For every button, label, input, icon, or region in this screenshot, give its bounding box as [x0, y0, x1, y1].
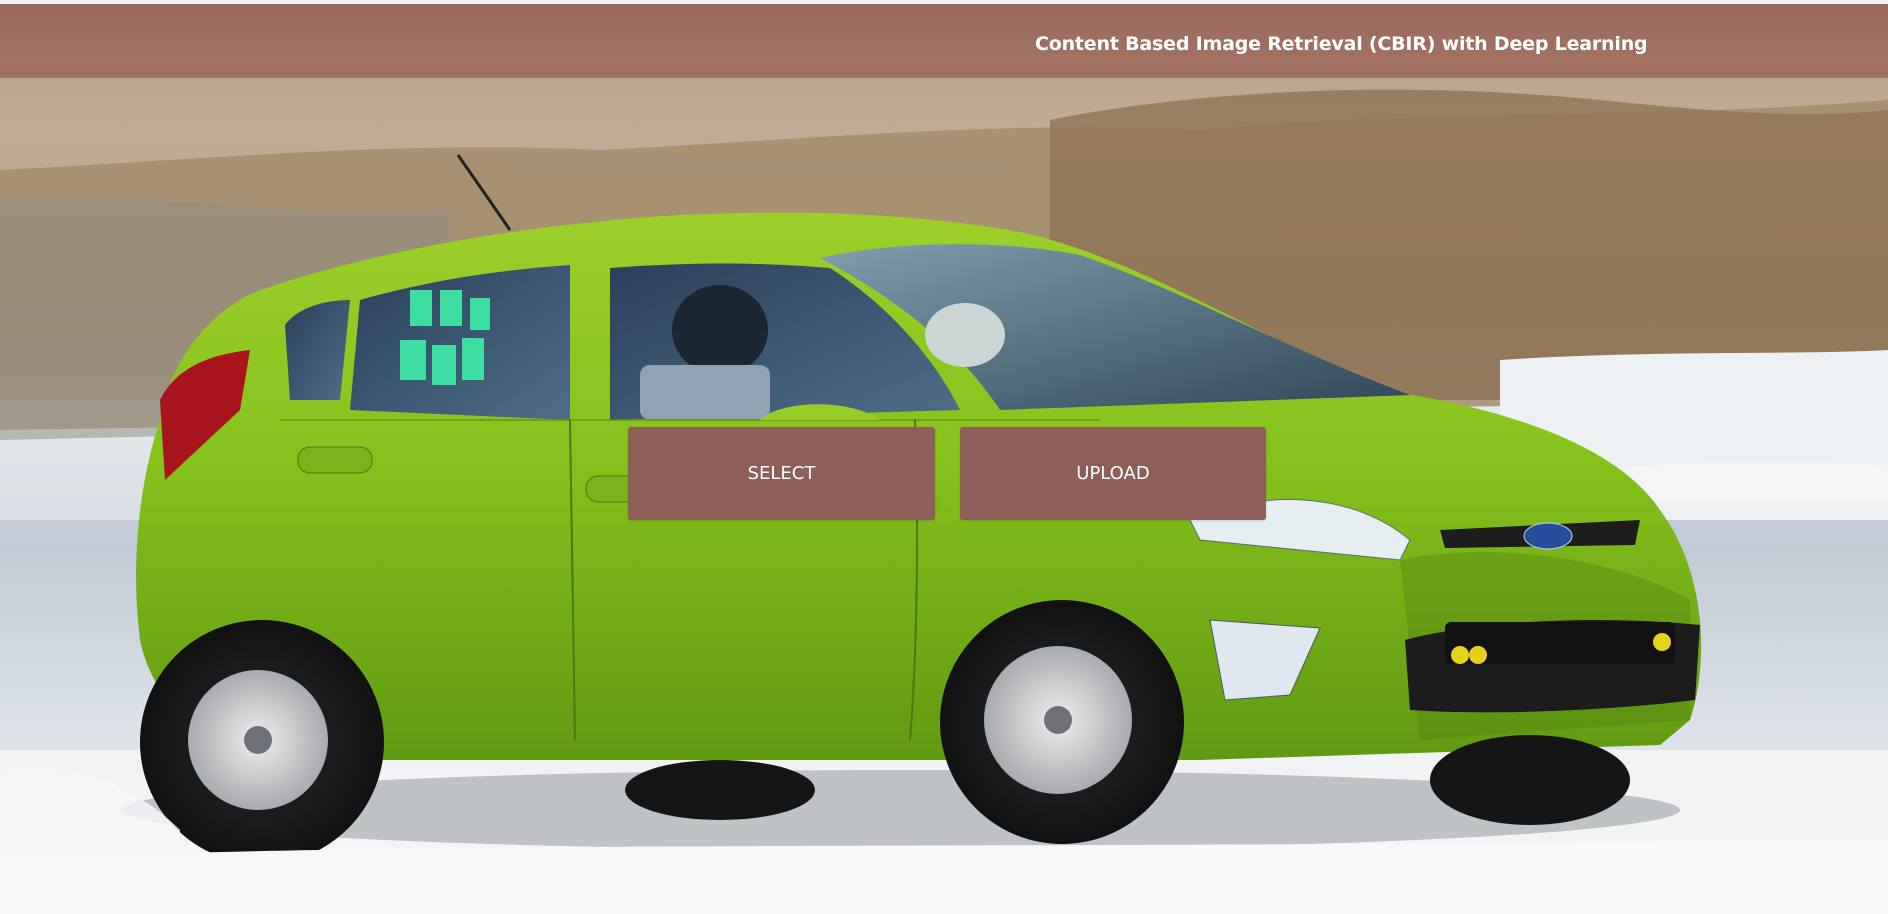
page-root: Content Based Image Retrieval (CBIR) wit… — [0, 0, 1888, 914]
background-photo — [0, 89, 1888, 914]
select-button-label: SELECT — [747, 463, 816, 484]
select-button[interactable]: SELECT — [628, 427, 935, 520]
upload-button[interactable]: UPLOAD — [960, 427, 1266, 520]
app-title: Content Based Image Retrieval (CBIR) wit… — [1035, 33, 1648, 55]
header-bar: Content Based Image Retrieval (CBIR) wit… — [0, 4, 1888, 78]
upload-button-label: UPLOAD — [1076, 463, 1150, 484]
